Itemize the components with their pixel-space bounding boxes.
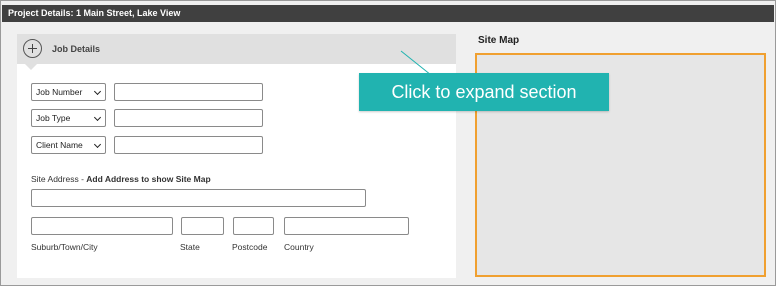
expand-section-callout: Click to expand section [359, 73, 609, 111]
callout-pointer [400, 50, 432, 76]
callout-pointer-line [400, 50, 432, 76]
project-details-window: Project Details: 1 Main Street, Lake Vie… [0, 0, 776, 286]
